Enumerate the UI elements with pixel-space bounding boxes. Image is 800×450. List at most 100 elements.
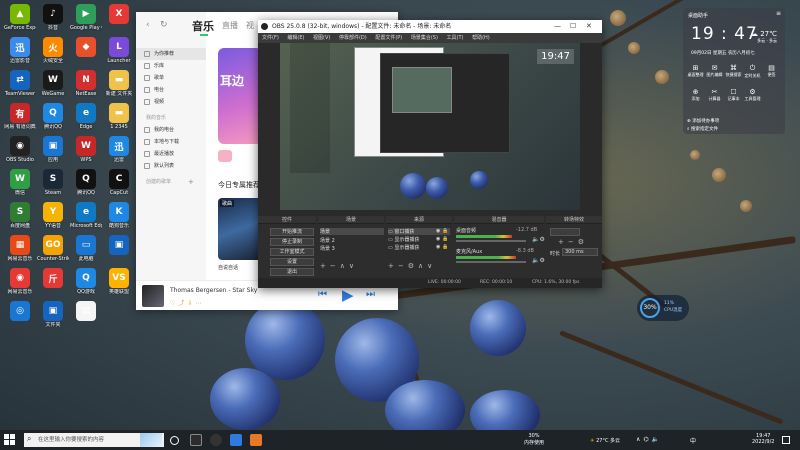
add-scene-icon[interactable]: + bbox=[320, 262, 330, 270]
desktop-icon[interactable]: 有网易 有道词典 bbox=[4, 103, 36, 130]
desktop-icon[interactable]: Q 腾讯QQ bbox=[70, 169, 102, 196]
desktop-icon[interactable]: Q QQ游戏 bbox=[70, 268, 102, 295]
volume-slider[interactable] bbox=[456, 261, 526, 263]
widget-shortcut[interactable]: ⚙ 工具管理 bbox=[743, 88, 762, 102]
menu-profile[interactable]: 配置文件(P) bbox=[375, 35, 402, 41]
desktop-icon[interactable]: ▭ 此电脑 bbox=[70, 235, 102, 262]
desktop-icon[interactable]: ▣ bbox=[103, 235, 135, 256]
desktop-icon[interactable]: ▤ bbox=[70, 301, 102, 322]
desktop-icon[interactable]: N NetEase bbox=[70, 70, 102, 97]
sidebar-item-video[interactable]: 视频 bbox=[136, 96, 206, 108]
desktop-icon[interactable]: ▲GeForce Experience bbox=[4, 4, 36, 31]
widget-shortcut[interactable]: ✂ 计算器 bbox=[705, 88, 724, 102]
tray-icons[interactable]: ∧⌬🔈 bbox=[636, 436, 662, 443]
taskbar-clock[interactable]: 19:47 2022/9/2 bbox=[752, 433, 774, 445]
add-transition-icon[interactable]: + bbox=[558, 238, 568, 246]
tab-music[interactable]: 音乐 bbox=[192, 18, 214, 34]
recommend-caption[interactable]: 自说自话 bbox=[218, 264, 238, 271]
desktop-icon[interactable]: S Steam bbox=[37, 169, 69, 196]
volume-slider[interactable] bbox=[456, 240, 526, 242]
move-up-icon[interactable]: ∧ bbox=[340, 262, 349, 270]
stop-recording-button[interactable]: 停止录制 bbox=[270, 238, 314, 246]
sidebar-item-my-radio[interactable]: 我的电台 bbox=[136, 124, 206, 136]
add-source-icon[interactable]: + bbox=[388, 262, 398, 270]
tab-video[interactable]: 视 bbox=[246, 20, 254, 31]
performance-monitor[interactable]: 30% 11% CPU温度 bbox=[637, 295, 689, 321]
obs-preview[interactable]: 19:47 bbox=[280, 43, 580, 210]
desktop-icon[interactable]: e Edge bbox=[70, 103, 102, 130]
scene-item[interactable]: 场景 2 bbox=[320, 237, 335, 244]
now-playing-title[interactable]: Thomas Bergersen - Star Sky bbox=[170, 287, 257, 294]
desktop-icon[interactable]: 迅迅雷影音 bbox=[4, 37, 36, 64]
desktop-icon[interactable]: C CapCut bbox=[103, 169, 135, 196]
speaker-icon[interactable]: 🔈⚙ bbox=[532, 236, 545, 243]
input-language[interactable]: 中 bbox=[690, 436, 696, 445]
widget-shortcut[interactable]: ⌘ 快捷搜索 bbox=[724, 64, 743, 78]
visibility-eye-icon[interactable]: ◉ 🔒 bbox=[436, 236, 448, 242]
desktop-icon[interactable]: K 酷狗音乐 bbox=[103, 202, 135, 229]
music-taskbar-icon[interactable] bbox=[230, 434, 242, 446]
desktop-icon[interactable]: ▣ 应用 bbox=[37, 136, 69, 163]
desktop-icon[interactable]: L Launcher bbox=[103, 37, 135, 64]
remove-scene-icon[interactable]: − bbox=[330, 262, 340, 270]
desktop-icon[interactable]: W WeGame bbox=[37, 70, 69, 97]
sidebar-item-playlists[interactable]: 歌单 bbox=[136, 72, 206, 84]
source-item[interactable]: ▭ 显示器捕获 ◉ 🔒 bbox=[388, 244, 450, 251]
desktop-icon[interactable]: ♪ 抖音 bbox=[37, 4, 69, 31]
desktop-icon[interactable]: eMicrosoft Edge bbox=[70, 202, 102, 229]
desktop-icon[interactable]: ◉ 网易云音乐 bbox=[4, 268, 36, 295]
sidebar-item-recent[interactable]: 最近播放 bbox=[136, 148, 206, 160]
desktop-icon[interactable]: 迅迅雷 bbox=[103, 136, 135, 163]
widget-shortcut[interactable]: ✉ 图片编辑 bbox=[705, 64, 724, 78]
banner-action-button[interactable] bbox=[218, 150, 232, 162]
app-taskbar-icon[interactable] bbox=[250, 434, 262, 446]
widget-menu-icon[interactable]: ≡ bbox=[776, 10, 781, 17]
more-icon[interactable]: ⋯ bbox=[195, 300, 204, 307]
next-button[interactable]: ⏭ bbox=[366, 289, 375, 300]
widget-shortcut[interactable]: ▤ 便签 bbox=[762, 64, 781, 78]
desktop-icon[interactable]: GOCounter-Strike Global Off... bbox=[37, 235, 69, 262]
widget-shortcut[interactable]: ⊕ 添加 bbox=[686, 88, 705, 102]
back-icon[interactable]: ‹ bbox=[146, 20, 150, 30]
desktop-icon[interactable]: ▬ 1 2345 bbox=[103, 103, 135, 130]
source-up-icon[interactable]: ∧ bbox=[418, 262, 427, 270]
desktop-icon[interactable]: ▣ 文件夹 bbox=[37, 301, 69, 328]
desktop-icon[interactable]: ▬ 新建 文件夹 bbox=[103, 70, 135, 97]
start-button[interactable] bbox=[4, 434, 16, 446]
menu-tools[interactable]: 工具(T) bbox=[447, 35, 464, 41]
desktop-icon[interactable]: X bbox=[103, 4, 135, 25]
now-playing-cover[interactable] bbox=[142, 285, 164, 307]
desktop-icon[interactable]: ⇄ TeamViewer bbox=[4, 70, 36, 97]
sidebar-item-recommend[interactable]: 为你推荐 bbox=[136, 48, 206, 60]
close-icon[interactable]: ✕ bbox=[586, 20, 592, 33]
remove-source-icon[interactable]: − bbox=[398, 262, 408, 270]
desktop-icon[interactable]: VS 英雄联盟 bbox=[103, 268, 135, 295]
menu-view[interactable]: 视图(V) bbox=[313, 35, 330, 41]
widget-todo-add[interactable]: ⊕ 添加待办事项 bbox=[687, 118, 781, 124]
remove-transition-icon[interactable]: − bbox=[568, 238, 578, 246]
source-settings-icon[interactable]: ⚙ bbox=[408, 262, 418, 270]
widget-shortcut[interactable]: ☐ 记事本 bbox=[724, 88, 743, 102]
play-button[interactable]: ▶ bbox=[342, 286, 354, 304]
add-playlist-icon[interactable]: + bbox=[188, 176, 194, 188]
desktop-icon[interactable]: S 百度网盘 bbox=[4, 202, 36, 229]
recommend-cover[interactable] bbox=[218, 198, 262, 260]
menu-docks[interactable]: 停靠部件(D) bbox=[339, 35, 367, 41]
desktop-icon[interactable]: Y YY语音 bbox=[37, 202, 69, 229]
taskbar-weather[interactable]: ☀ 27°C 多云 bbox=[590, 437, 620, 444]
refresh-icon[interactable]: ↻ bbox=[160, 20, 168, 30]
prev-button[interactable]: ⏮ bbox=[318, 289, 327, 300]
speaker-icon[interactable]: 🔈⚙ bbox=[532, 257, 545, 264]
duration-input[interactable]: 300 ms bbox=[562, 248, 598, 256]
source-item[interactable]: ▭ 显示器捕获 ◉ 🔒 bbox=[388, 236, 450, 243]
memory-usage[interactable]: 30% 内存使用 bbox=[524, 433, 544, 446]
scene-item[interactable]: 场景 bbox=[320, 228, 384, 235]
desktop-icon[interactable]: 斤 bbox=[37, 268, 69, 289]
task-view-icon[interactable] bbox=[170, 436, 179, 445]
settings-button[interactable]: 设置 bbox=[270, 258, 314, 266]
start-streaming-button[interactable]: 开始推流 bbox=[270, 228, 314, 236]
menu-scene-collection[interactable]: 场景集合(S) bbox=[411, 35, 438, 41]
menu-edit[interactable]: 编辑(E) bbox=[287, 35, 304, 41]
widget-shortcut[interactable]: ⏻ 定时关机 bbox=[743, 64, 762, 79]
obs-taskbar-icon[interactable] bbox=[210, 434, 222, 446]
